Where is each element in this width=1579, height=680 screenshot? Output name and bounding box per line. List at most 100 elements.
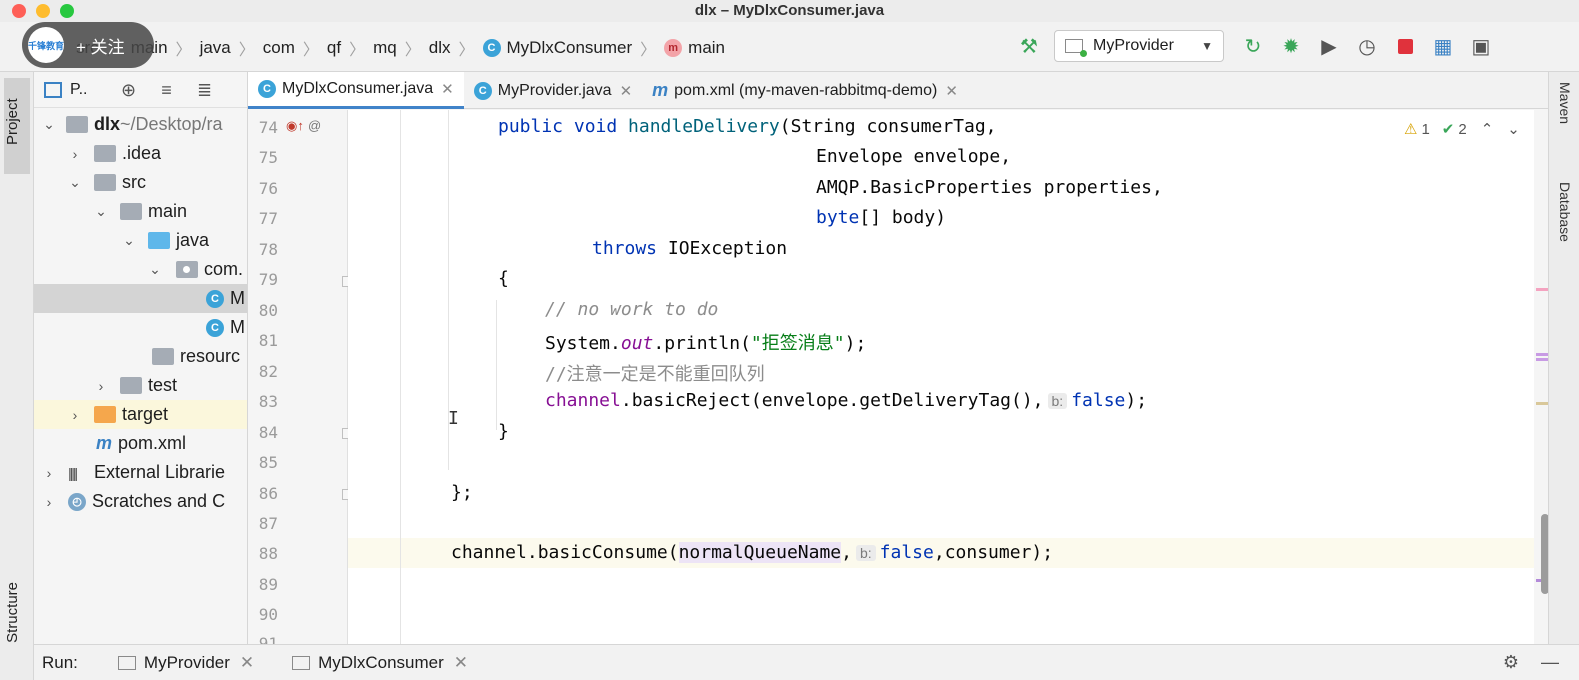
- line-number: 79: [258, 270, 278, 289]
- breadcrumb-com[interactable]: com: [263, 38, 295, 58]
- tree-item-test[interactable]: › test: [34, 371, 247, 400]
- tree-item-scratches[interactable]: › ◴ Scratches and C: [34, 487, 247, 516]
- tab-pom[interactable]: m pom.xml (my-maven-rabbitmq-demo) ✕: [642, 72, 968, 109]
- breadcrumb-class[interactable]: C MyDlxConsumer: [482, 38, 632, 58]
- line-number: 85: [258, 453, 278, 472]
- chevron-right-icon[interactable]: ›: [40, 465, 58, 481]
- tree-item-resources[interactable]: resourc: [34, 342, 247, 371]
- tree-item-external-libraries[interactable]: › ||||| External Librarie: [34, 458, 247, 487]
- tree-item-class-2[interactable]: C M: [34, 313, 247, 342]
- line-number: 76: [258, 179, 278, 198]
- debug-icon[interactable]: ✹: [1278, 33, 1304, 59]
- chevron-right-icon[interactable]: ›: [66, 146, 84, 162]
- rerun-icon[interactable]: ↻: [1240, 33, 1266, 59]
- maven-tool-tab[interactable]: Maven: [1557, 82, 1573, 124]
- chevron-down-icon[interactable]: ⌄: [40, 116, 58, 133]
- implements-icon[interactable]: ◉↑: [286, 118, 304, 134]
- tree-item-main[interactable]: ⌄ main: [34, 197, 247, 226]
- chevron-up-icon[interactable]: ⌃: [1481, 120, 1494, 138]
- close-icon[interactable]: ✕: [454, 653, 468, 673]
- chevron-down-icon[interactable]: ⌄: [66, 174, 84, 191]
- tree-item-pom[interactable]: m pom.xml: [34, 429, 247, 458]
- close-icon[interactable]: ✕: [441, 80, 454, 98]
- database-tool-tab[interactable]: Database: [1557, 182, 1573, 242]
- right-tool-strip: Maven Database: [1548, 72, 1579, 644]
- chevron-right-icon[interactable]: ›: [92, 378, 110, 394]
- gear-icon[interactable]: ⚙: [1503, 652, 1519, 673]
- zoom-window-button[interactable]: [60, 4, 74, 18]
- folder-icon: [94, 174, 116, 191]
- code-line-81: System.out.println("拒签消息");: [545, 333, 867, 354]
- window-title-bar: dlx – MyDlxConsumer.java: [0, 0, 1579, 22]
- locate-icon[interactable]: ⊕: [118, 79, 140, 101]
- coverage-icon[interactable]: ▶: [1316, 33, 1342, 59]
- line-number: 75: [258, 148, 278, 167]
- project-panel: P.. ⊕ ≡ ≣ ⌄ dlx ~/Desktop/ra › .idea ⌄ s…: [34, 72, 248, 644]
- chevron-right-icon[interactable]: ›: [66, 407, 84, 423]
- chevron-right-icon[interactable]: ›: [40, 494, 58, 510]
- close-icon[interactable]: ✕: [620, 82, 633, 100]
- follow-overlay-button[interactable]: 千锋教育 + 关注: [22, 22, 154, 68]
- close-icon[interactable]: ✕: [945, 82, 958, 100]
- breadcrumb-method[interactable]: m main: [664, 38, 725, 58]
- breadcrumb: src 〉 main 〉 java 〉 com 〉 qf 〉 mq 〉 dlx …: [76, 36, 725, 60]
- expand-all-icon[interactable]: ≡: [156, 79, 178, 101]
- code-line-75: Envelope envelope,: [816, 146, 1012, 167]
- breadcrumb-java[interactable]: java: [200, 38, 231, 58]
- scratches-icon: ◴: [68, 492, 86, 511]
- tree-item-target[interactable]: › target: [34, 400, 247, 429]
- project-structure-icon[interactable]: ▦: [1430, 33, 1456, 59]
- run-tab-myprovider[interactable]: MyProvider ✕: [117, 653, 254, 673]
- chevron-down-icon[interactable]: ⌄: [120, 232, 138, 249]
- project-view-select[interactable]: P..: [70, 81, 88, 99]
- tree-item-java[interactable]: ⌄ java: [34, 226, 247, 255]
- code-editor[interactable]: public void handleDelivery(String consum…: [348, 110, 1534, 644]
- stop-icon[interactable]: [1392, 33, 1418, 59]
- run-configuration-select[interactable]: MyProvider ▼: [1054, 30, 1224, 62]
- breadcrumb-dlx[interactable]: dlx: [429, 38, 451, 58]
- line-number: 89: [258, 575, 278, 594]
- code-line-74: public void handleDelivery(String consum…: [498, 116, 997, 137]
- libraries-icon: |||||: [68, 464, 78, 481]
- tab-mydlxconsumer[interactable]: C MyDlxConsumer.java ✕: [248, 72, 464, 109]
- structure-tool-tab[interactable]: Structure: [4, 582, 21, 643]
- tree-item-class-1[interactable]: C M: [34, 284, 247, 313]
- main-toolbar: ⚒ MyProvider ▼ ↻ ✹ ▶ ◷ ▦ ▣: [1016, 30, 1506, 62]
- breadcrumb-qf[interactable]: qf: [327, 38, 341, 58]
- settings-icon[interactable]: ▣: [1468, 33, 1494, 59]
- source-folder-icon: [148, 232, 170, 249]
- annotation-icon: @: [308, 118, 322, 133]
- close-window-button[interactable]: [12, 4, 26, 18]
- inspection-widget[interactable]: ⚠ 1 ✔ 2 ⌃ ⌄: [1404, 120, 1520, 139]
- weak-warning-icon: ✔: [1441, 121, 1455, 138]
- breadcrumb-mq[interactable]: mq: [373, 38, 397, 58]
- close-icon[interactable]: ✕: [240, 653, 254, 673]
- profile-icon[interactable]: ◷: [1354, 33, 1380, 59]
- minimize-window-button[interactable]: [36, 4, 50, 18]
- code-line-80: // no work to do: [545, 299, 719, 320]
- chevron-down-icon[interactable]: ⌄: [92, 203, 110, 220]
- tab-myprovider[interactable]: C MyProvider.java ✕: [464, 72, 642, 109]
- line-number: 90: [258, 605, 278, 624]
- minimize-icon[interactable]: —: [1541, 652, 1559, 673]
- maven-icon: m: [96, 433, 113, 453]
- chevron-down-icon[interactable]: ⌄: [146, 261, 164, 278]
- run-tool-bar: Run: MyProvider ✕ MyDlxConsumer ✕ ⚙ —: [34, 644, 1579, 680]
- project-tool-tab[interactable]: Project: [4, 78, 30, 174]
- run-tab-mydlxconsumer[interactable]: MyDlxConsumer ✕: [292, 653, 468, 673]
- parameter-hint: b:: [1047, 393, 1068, 409]
- module-folder-icon: [66, 116, 88, 133]
- line-number: 84: [258, 423, 278, 442]
- tree-item-dlx[interactable]: ⌄ dlx ~/Desktop/ra: [34, 110, 247, 139]
- tree-item-com[interactable]: ⌄ com.: [34, 255, 247, 284]
- tree-item-src[interactable]: ⌄ src: [34, 168, 247, 197]
- chevron-down-icon[interactable]: ⌄: [1507, 120, 1520, 138]
- project-panel-toolbar: P.. ⊕ ≡ ≣: [34, 72, 247, 108]
- line-number: 88: [258, 544, 278, 563]
- line-number: 83: [258, 392, 278, 411]
- build-hammer-icon[interactable]: ⚒: [1016, 33, 1042, 59]
- tree-item-idea[interactable]: › .idea: [34, 139, 247, 168]
- collapse-all-icon[interactable]: ≣: [194, 79, 216, 101]
- line-number: 82: [258, 362, 278, 381]
- code-line-78: throws IOException: [592, 238, 788, 259]
